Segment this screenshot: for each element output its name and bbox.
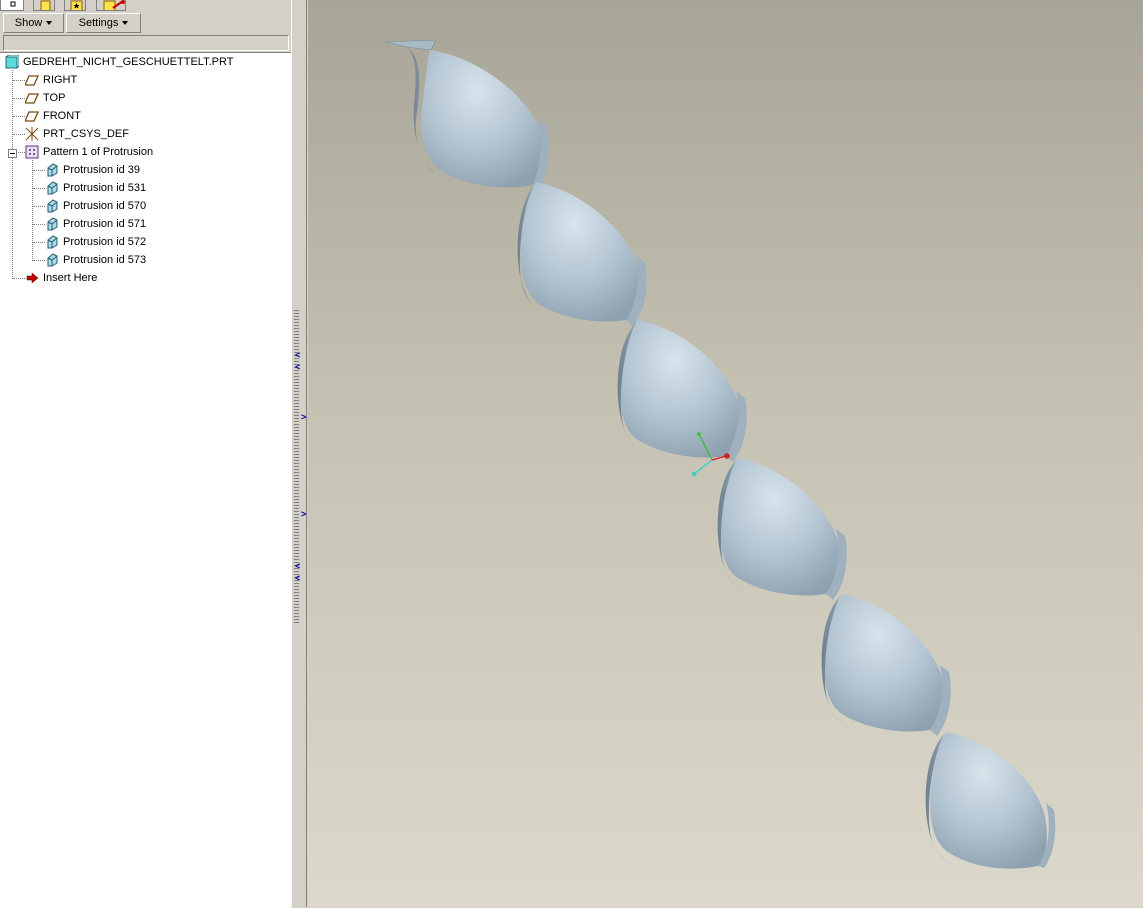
tree-item-top[interactable]: TOP xyxy=(0,89,290,107)
settings-menu-label: Settings xyxy=(78,17,119,29)
navigator-panel: Show Settings GEDREHT_NICHT_GESCHUETTELT… xyxy=(0,0,294,908)
protrusion-icon xyxy=(45,235,59,249)
tree-item-protrusion[interactable]: Protrusion id 572 xyxy=(0,233,290,251)
tree-item-label: PRT_CSYS_DEF xyxy=(43,128,129,140)
datum-plane-icon xyxy=(23,109,40,123)
tree-item-label: FRONT xyxy=(43,110,81,122)
favorites-tab[interactable] xyxy=(64,0,86,11)
expand-right-arrow-icon[interactable]: > xyxy=(301,510,306,519)
tree-item-label: Protrusion id 573 xyxy=(63,254,147,266)
graphics-window[interactable] xyxy=(308,0,1143,907)
navigator-tab-strip xyxy=(0,0,294,12)
model-tree: GEDREHT_NICHT_GESCHUETTELT.PRT RIGHT TOP… xyxy=(0,52,291,908)
helix-segment xyxy=(717,458,847,600)
tree-item-label: Protrusion id 531 xyxy=(63,182,147,194)
tree-item-label: Protrusion id 572 xyxy=(63,236,147,248)
model-tree-toolbar: Show Settings xyxy=(0,12,294,34)
tree-item-protrusion[interactable]: Protrusion id 39 xyxy=(0,161,290,179)
helix-segment xyxy=(408,48,549,190)
insert-here-arrow-icon xyxy=(25,271,39,285)
tree-item-protrusion[interactable]: Protrusion id 570 xyxy=(0,197,290,215)
collapse-left-arrow-icon[interactable]: < xyxy=(295,574,300,583)
show-menu-label: Show xyxy=(14,17,43,29)
tree-item-protrusion[interactable]: Protrusion id 571 xyxy=(0,215,290,233)
connections-tab[interactable] xyxy=(96,0,126,11)
protrusion-icon xyxy=(45,199,59,213)
twisted-part-model xyxy=(384,39,1056,869)
tree-item-protrusion[interactable]: Protrusion id 531 xyxy=(0,179,290,197)
collapse-left-arrow-icon[interactable]: < xyxy=(295,351,300,360)
pattern-icon xyxy=(25,145,39,159)
protrusion-icon xyxy=(45,253,59,267)
tree-item-label: Protrusion id 571 xyxy=(63,218,147,230)
coordinate-system-icon xyxy=(25,127,39,141)
tree-item-insert-here[interactable]: Insert Here xyxy=(0,269,290,287)
tree-item-label: Insert Here xyxy=(43,272,98,284)
settings-menu-button[interactable]: Settings xyxy=(66,13,141,33)
tree-item-label: Pattern 1 of Protrusion xyxy=(43,146,154,158)
tree-item-label: GEDREHT_NICHT_GESCHUETTELT.PRT xyxy=(23,56,234,68)
show-menu-button[interactable]: Show xyxy=(3,13,64,33)
collapse-left-arrow-icon[interactable]: < xyxy=(295,363,300,372)
protrusion-icon xyxy=(45,163,59,177)
tree-item-pattern[interactable]: Pattern 1 of Protrusion xyxy=(0,143,290,161)
tree-item-prt-csys-def[interactable]: PRT_CSYS_DEF xyxy=(0,125,290,143)
expand-right-arrow-icon[interactable]: > xyxy=(301,413,306,422)
model-tree-tab[interactable] xyxy=(0,0,24,11)
tree-item-front[interactable]: FRONT xyxy=(0,107,290,125)
tree-item-label: Protrusion id 570 xyxy=(63,200,147,212)
chevron-down-icon xyxy=(122,21,129,26)
tree-item-right[interactable]: RIGHT xyxy=(0,71,290,89)
helix-segment xyxy=(617,320,747,462)
folder-browser-tab[interactable] xyxy=(33,0,55,11)
protrusion-icon xyxy=(45,217,59,231)
panel-splitter[interactable]: < < > > < < xyxy=(291,0,308,907)
protrusion-icon xyxy=(45,181,59,195)
tree-item-label: Protrusion id 39 xyxy=(63,164,141,176)
part-icon xyxy=(5,54,20,69)
tree-root-part[interactable]: GEDREHT_NICHT_GESCHUETTELT.PRT xyxy=(0,53,290,71)
tree-item-label: RIGHT xyxy=(43,74,78,86)
collapse-left-arrow-icon[interactable]: < xyxy=(295,562,300,571)
helix-segment xyxy=(925,732,1056,869)
tree-item-label: TOP xyxy=(43,92,66,104)
tree-item-protrusion[interactable]: Protrusion id 573 xyxy=(0,251,290,269)
splitter-edge xyxy=(306,0,307,907)
datum-plane-icon xyxy=(23,73,40,87)
helix-segment xyxy=(821,594,951,736)
chevron-down-icon xyxy=(46,21,53,26)
tree-filter-bar[interactable] xyxy=(3,35,289,51)
helix-segment xyxy=(517,182,647,326)
part-tip-face xyxy=(384,39,437,51)
datum-plane-icon xyxy=(23,91,40,105)
